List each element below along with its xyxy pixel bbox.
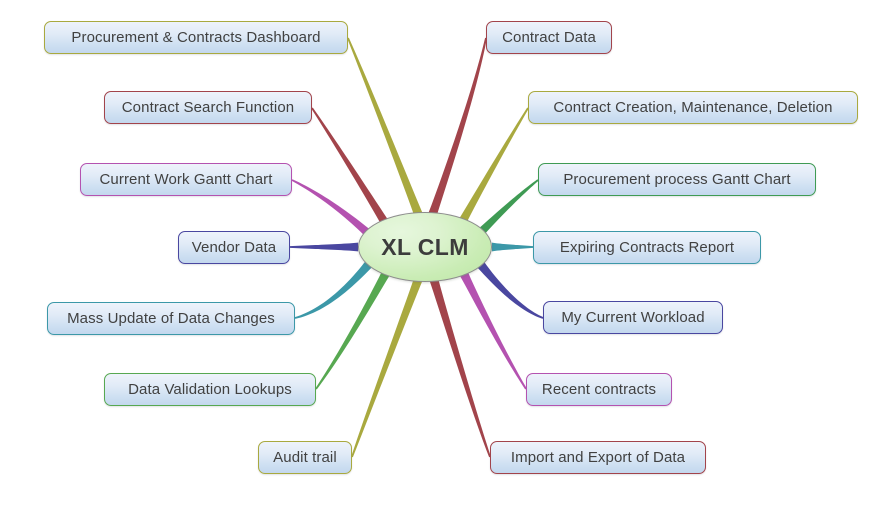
branch-node[interactable]: Data Validation Lookups: [104, 373, 316, 406]
branch-node-label: Contract Data: [502, 29, 596, 46]
center-node[interactable]: XL CLM: [358, 212, 492, 282]
branch-node[interactable]: Vendor Data: [178, 231, 290, 264]
branch-node[interactable]: Procurement & Contracts Dashboard: [44, 21, 348, 54]
branch-node-label: My Current Workload: [561, 309, 705, 326]
branch-connector: [315, 270, 390, 390]
branch-connector: [290, 242, 358, 252]
branch-connector: [457, 107, 529, 227]
branch-connector: [427, 37, 487, 218]
branch-node[interactable]: Mass Update of Data Changes: [47, 302, 295, 335]
branch-node[interactable]: My Current Workload: [543, 301, 723, 334]
branch-node-label: Contract Creation, Maintenance, Deletion: [553, 99, 833, 116]
branch-connector: [311, 107, 391, 229]
branch-node-label: Procurement & Contracts Dashboard: [71, 29, 321, 46]
branch-node[interactable]: Import and Export of Data: [490, 441, 706, 474]
branch-node-label: Mass Update of Data Changes: [67, 310, 275, 327]
branch-node-label: Recent contracts: [541, 381, 657, 398]
branch-node-label: Audit trail: [273, 449, 337, 466]
branch-connector: [347, 37, 424, 218]
branch-node-label: Current Work Gantt Chart: [99, 171, 273, 188]
branch-node[interactable]: Contract Data: [486, 21, 612, 54]
branch-node[interactable]: Audit trail: [258, 441, 352, 474]
branch-connector: [475, 179, 539, 238]
branch-node[interactable]: Contract Creation, Maintenance, Deletion: [528, 91, 858, 124]
branch-node-label: Procurement process Gantt Chart: [563, 171, 791, 188]
branch-node[interactable]: Procurement process Gantt Chart: [538, 163, 816, 196]
branch-connector: [492, 242, 533, 252]
branch-node[interactable]: Current Work Gantt Chart: [80, 163, 292, 196]
branch-node-label: Contract Search Function: [121, 99, 295, 116]
center-node-label: XL CLM: [381, 233, 469, 260]
branch-node-label: Import and Export of Data: [510, 449, 686, 466]
branch-node[interactable]: Expiring Contracts Report: [533, 231, 761, 264]
branch-connector: [294, 262, 372, 319]
branch-connector: [351, 278, 423, 458]
branch-node[interactable]: Recent contracts: [526, 373, 672, 406]
branch-connector: [460, 272, 527, 390]
branch-connector: [291, 179, 373, 239]
branch-node-label: Expiring Contracts Report: [559, 239, 735, 256]
branch-connector: [429, 278, 491, 458]
mind-map-canvas: Procurement & Contracts Dashboard Contrac…: [0, 0, 878, 506]
branch-node[interactable]: Contract Search Function: [104, 91, 312, 124]
branch-connector: [477, 262, 544, 319]
branch-node-label: Data Validation Lookups: [128, 381, 292, 398]
branch-node-label: Vendor Data: [191, 239, 277, 256]
